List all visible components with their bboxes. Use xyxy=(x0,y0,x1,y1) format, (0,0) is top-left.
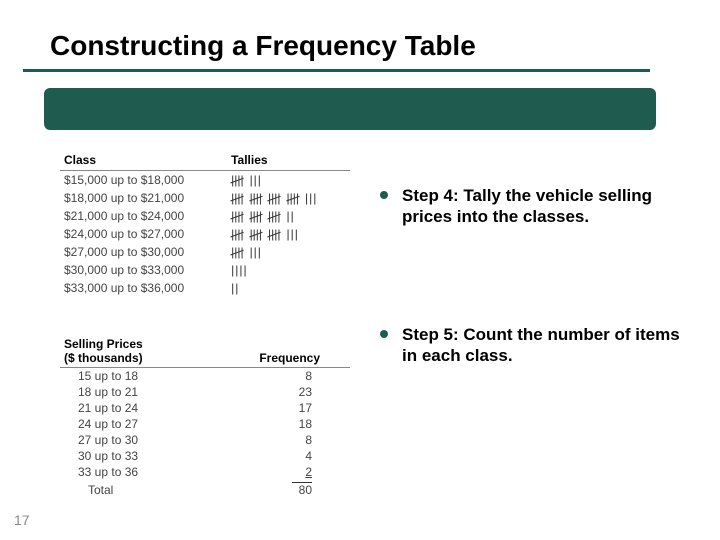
title-rule-stub xyxy=(23,69,50,72)
cell-class-range: $27,000 up to $30,000 xyxy=(60,243,227,261)
cell-frequency: 8 xyxy=(199,432,350,448)
table-row: 27 up to 308 xyxy=(60,432,350,448)
th-selling-prices: Selling Prices($ thousands) xyxy=(60,335,199,368)
cell-tallies: ||||||| xyxy=(227,243,350,261)
cell-tallies: |||| xyxy=(227,261,350,279)
cell-range: 33 up to 36 xyxy=(60,464,199,480)
table-row: $30,000 up to $33,000|||| xyxy=(60,261,350,279)
bullet-item: Step 4: Tally the vehicle selling prices… xyxy=(380,185,690,228)
accent-bar xyxy=(44,88,656,130)
table-row: $15,000 up to $18,000||||||| xyxy=(60,171,350,190)
cell-range: 30 up to 33 xyxy=(60,448,199,464)
bullet-dot-icon xyxy=(380,330,388,338)
cell-tallies: ||||||| xyxy=(227,171,350,190)
table-row: $18,000 up to $21,000||||||||||||||||||| xyxy=(60,189,350,207)
table-row: 15 up to 188 xyxy=(60,368,350,385)
th-class: Class xyxy=(60,150,227,171)
bullet-list: Step 4: Tally the vehicle selling prices… xyxy=(380,185,690,462)
table-row: $33,000 up to $36,000|| xyxy=(60,279,350,297)
cell-class-range: $15,000 up to $18,000 xyxy=(60,171,227,190)
cell-frequency: 17 xyxy=(199,400,350,416)
cell-range: 15 up to 18 xyxy=(60,368,199,385)
cell-tallies: |||||||||||||| xyxy=(227,207,350,225)
table-row: 30 up to 334 xyxy=(60,448,350,464)
title-wrap: Constructing a Frequency Table xyxy=(50,30,476,62)
cell-range: 27 up to 30 xyxy=(60,432,199,448)
bullet-dot-icon xyxy=(380,191,388,199)
cell-frequency: 2 xyxy=(199,464,350,480)
cell-range: 24 up to 27 xyxy=(60,416,199,432)
bullet-text: Step 4: Tally the vehicle selling prices… xyxy=(402,185,690,228)
th-line: ($ thousands) xyxy=(64,351,195,365)
table-row: $21,000 up to $24,000|||||||||||||| xyxy=(60,207,350,225)
cell-range: 18 up to 21 xyxy=(60,384,199,400)
cell-frequency: 23 xyxy=(199,384,350,400)
cell-total-label: Total xyxy=(60,480,199,498)
page-number: 17 xyxy=(14,512,30,528)
class-tallies-table: Class Tallies $15,000 up to $18,000|||||… xyxy=(60,150,350,297)
cell-class-range: $33,000 up to $36,000 xyxy=(60,279,227,297)
table-row: $24,000 up to $27,000||||||||||||||| xyxy=(60,225,350,243)
th-tallies: Tallies xyxy=(227,150,350,171)
cell-frequency: 4 xyxy=(199,448,350,464)
cell-range: 21 up to 24 xyxy=(60,400,199,416)
table-row: 18 up to 2123 xyxy=(60,384,350,400)
cell-frequency: 18 xyxy=(199,416,350,432)
cell-class-range: $24,000 up to $27,000 xyxy=(60,225,227,243)
th-line: Selling Prices xyxy=(64,337,195,351)
page-title: Constructing a Frequency Table xyxy=(50,30,476,62)
table-row: $27,000 up to $30,000||||||| xyxy=(60,243,350,261)
bullet-text: Step 5: Count the number of items in eac… xyxy=(402,324,690,367)
selling-prices-frequency-table: Selling Prices($ thousands) Frequency 15… xyxy=(60,335,350,498)
th-frequency: Frequency xyxy=(199,335,350,368)
title-rule-main xyxy=(50,69,650,72)
table-row-total: Total80 xyxy=(60,480,350,498)
cell-tallies: ||||||||||||||| xyxy=(227,225,350,243)
table-row: 33 up to 362 xyxy=(60,464,350,480)
cell-class-range: $18,000 up to $21,000 xyxy=(60,189,227,207)
cell-frequency: 8 xyxy=(199,368,350,385)
cell-tallies: ||||||||||||||||||| xyxy=(227,189,350,207)
cell-tallies: || xyxy=(227,279,350,297)
cell-class-range: $21,000 up to $24,000 xyxy=(60,207,227,225)
table-row: 21 up to 2417 xyxy=(60,400,350,416)
table-row: 24 up to 2718 xyxy=(60,416,350,432)
cell-total-value: 80 xyxy=(199,480,350,498)
bullet-item: Step 5: Count the number of items in eac… xyxy=(380,324,690,367)
cell-class-range: $30,000 up to $33,000 xyxy=(60,261,227,279)
